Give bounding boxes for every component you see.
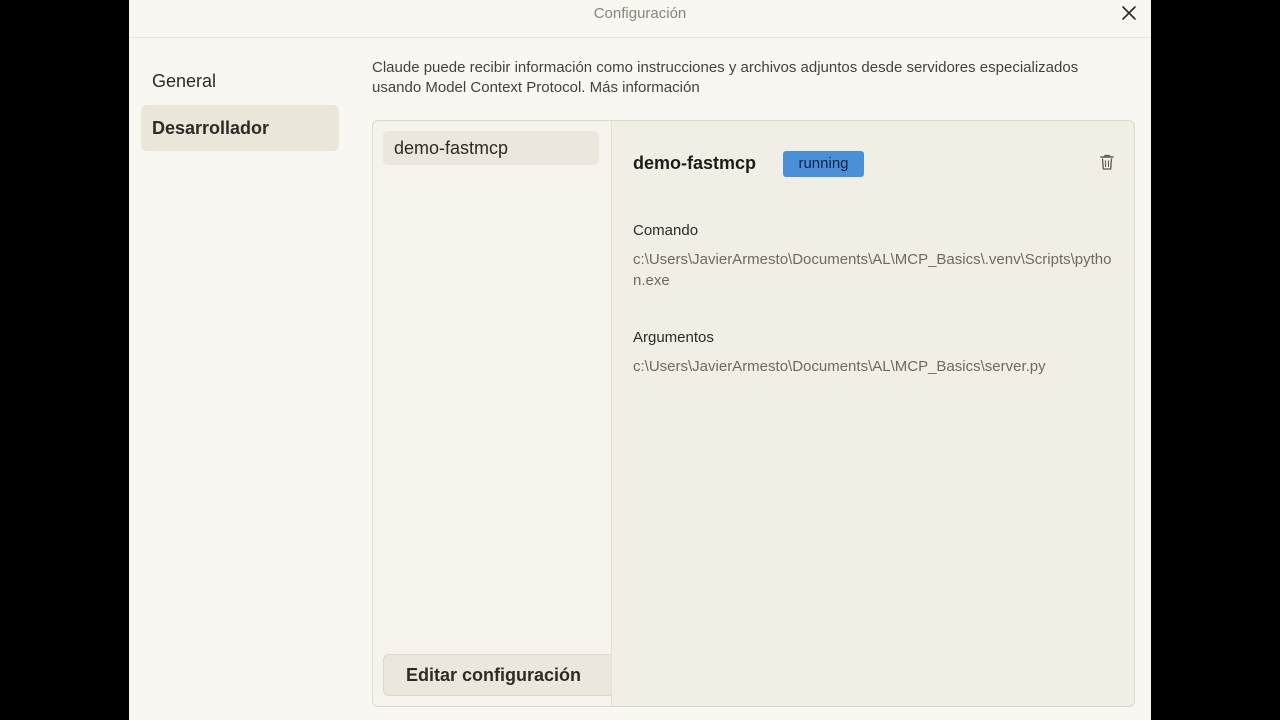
sidebar-item-developer[interactable]: Desarrollador — [141, 105, 339, 151]
server-list-item[interactable]: demo-fastmcp — [383, 131, 599, 165]
server-detail: demo-fastmcp running Comando c:\Users\Ja… — [612, 121, 1134, 706]
settings-window: Configuración General Desarrollador Clau… — [129, 0, 1151, 720]
edit-config-button[interactable]: Editar configuración — [383, 654, 611, 696]
command-value: c:\Users\JavierArmesto\Documents\AL\MCP_… — [633, 251, 1112, 289]
mcp-description: Claude puede recibir información como in… — [372, 59, 1079, 96]
arguments-value: c:\Users\JavierArmesto\Documents\AL\MCP_… — [633, 358, 1046, 375]
server-list: demo-fastmcp Editar configuración — [373, 121, 612, 706]
sidebar-item-general[interactable]: General — [141, 58, 339, 104]
window-title: Configuración — [593, 5, 687, 22]
mcp-servers-panel: demo-fastmcp Editar configuración demo-f… — [372, 120, 1135, 707]
command-label: Comando — [633, 222, 699, 239]
title-bar: Configuración — [129, 0, 1151, 38]
server-name: demo-fastmcp — [633, 153, 757, 173]
arguments-label: Argumentos — [633, 329, 714, 346]
status-badge: running — [783, 151, 864, 177]
trash-icon[interactable] — [1097, 152, 1117, 174]
close-icon[interactable] — [1119, 3, 1139, 23]
